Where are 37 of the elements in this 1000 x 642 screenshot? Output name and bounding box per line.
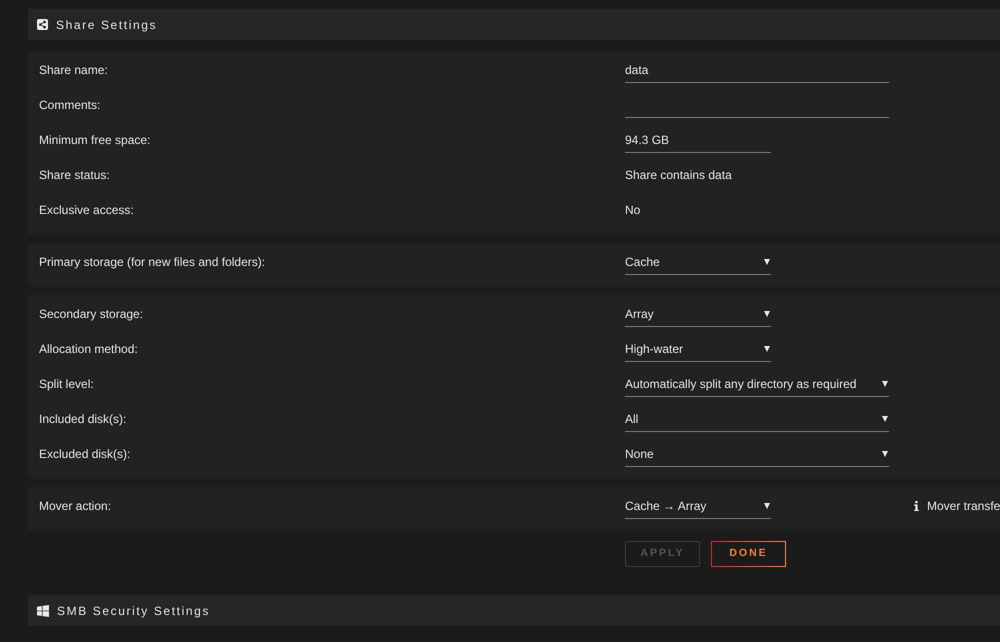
field-label: Excluded disk(s): (39, 446, 132, 462)
dropdown-field[interactable]: Cache → Array (625, 492, 771, 518)
dropdown-field[interactable]: None (625, 440, 889, 466)
field-label: Included disk(s): (39, 410, 128, 428)
dropdown-field[interactable]: All (625, 406, 889, 432)
windows-logo-icon (37, 604, 49, 616)
caret-icon (764, 258, 770, 264)
info-icon (914, 500, 919, 510)
field-label: Minimum free space: (39, 132, 152, 148)
section-title: Share Settings (56, 16, 158, 34)
caret-icon (764, 502, 770, 508)
dropdown-field[interactable]: Cache (625, 248, 771, 274)
field-label: Split level: (39, 376, 95, 392)
text-field[interactable]: data (625, 56, 889, 82)
caret-icon (882, 416, 888, 422)
field-label: Share status: (39, 166, 111, 184)
text-field[interactable]: 94.3 GB (625, 126, 771, 152)
caret-icon (882, 380, 888, 386)
field-label: Allocation method: (39, 340, 139, 358)
done-button[interactable]: DONE (711, 541, 786, 567)
status-text: No (625, 202, 640, 218)
dropdown-field[interactable]: Array (625, 300, 771, 326)
mover-note-text: Mover transfe (927, 498, 1000, 514)
field-label: Secondary storage: (39, 306, 144, 322)
field-label: Exclusive access: (39, 202, 135, 218)
section-title: SMB Security Settings (57, 602, 210, 620)
dropdown-field[interactable]: Automatically split any directory as required (625, 370, 889, 396)
status-text: Share contains data (625, 166, 732, 184)
field-label: Share name: (39, 62, 109, 78)
caret-icon (764, 346, 770, 352)
caret-icon (764, 310, 770, 316)
caret-icon (882, 450, 888, 456)
field-label: Mover action: (39, 498, 112, 514)
share-icon (37, 19, 48, 30)
field-label: Primary storage (for new files and folders): (39, 254, 266, 270)
field-label: Comments: (39, 96, 102, 114)
dropdown-field[interactable]: High-water (625, 336, 771, 362)
